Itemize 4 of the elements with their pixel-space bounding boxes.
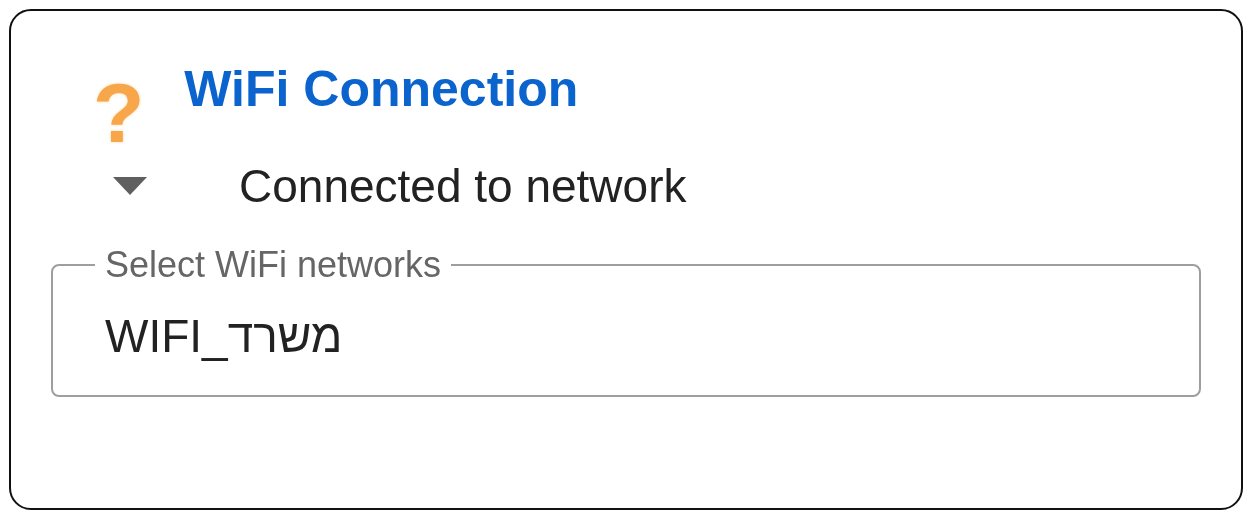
status-text: Connected to network: [239, 159, 687, 213]
card-title: WiFi Connection: [184, 60, 579, 119]
caret-icon[interactable]: [113, 177, 147, 195]
question-mark-icon: ?: [93, 71, 145, 155]
